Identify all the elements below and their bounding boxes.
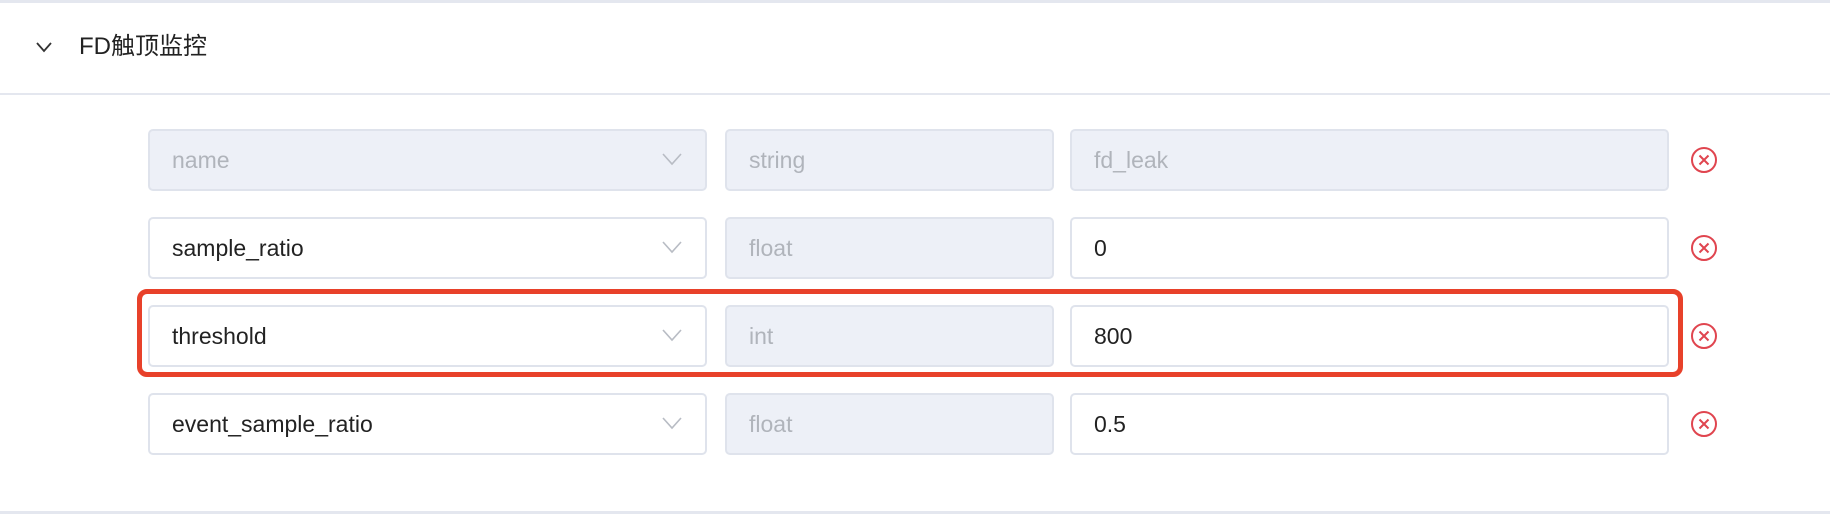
param-value-input[interactable]: 0 xyxy=(1070,217,1669,279)
param-key-select[interactable]: event_sample_ratio xyxy=(148,393,707,455)
chevron-down-icon xyxy=(662,241,682,254)
param-type-field: float xyxy=(725,393,1054,455)
param-value-input[interactable]: 0.5 xyxy=(1070,393,1669,455)
section-header[interactable]: FD触顶监控 xyxy=(0,3,1830,95)
param-key: sample_ratio xyxy=(172,235,304,261)
param-key: event_sample_ratio xyxy=(172,411,373,437)
param-type-field: float xyxy=(725,217,1054,279)
chevron-down-icon xyxy=(662,153,682,166)
param-type: float xyxy=(749,411,793,437)
param-row: name string fd_leak xyxy=(0,129,1830,191)
circle-x-icon[interactable] xyxy=(1690,234,1718,262)
circle-x-icon[interactable] xyxy=(1690,322,1718,350)
param-key-select[interactable]: sample_ratio xyxy=(148,217,707,279)
param-row: event_sample_ratio float 0.5 xyxy=(0,393,1830,455)
circle-x-icon[interactable] xyxy=(1690,146,1718,174)
highlight-box xyxy=(137,289,1683,377)
param-value-input[interactable]: fd_leak xyxy=(1070,129,1669,191)
param-value: 0.5 xyxy=(1094,411,1126,437)
circle-x-icon[interactable] xyxy=(1690,410,1718,438)
param-key: name xyxy=(172,147,230,173)
param-row: sample_ratio float 0 xyxy=(0,217,1830,279)
param-key-select[interactable]: name xyxy=(148,129,707,191)
param-type: string xyxy=(749,147,806,173)
param-type-field: string xyxy=(725,129,1054,191)
chevron-down-icon xyxy=(662,417,682,430)
section-title: FD触顶监控 xyxy=(79,33,207,60)
param-value: 0 xyxy=(1094,235,1107,261)
param-type: float xyxy=(749,235,793,261)
param-value: fd_leak xyxy=(1094,147,1169,173)
chevron-down-icon[interactable] xyxy=(34,37,54,57)
